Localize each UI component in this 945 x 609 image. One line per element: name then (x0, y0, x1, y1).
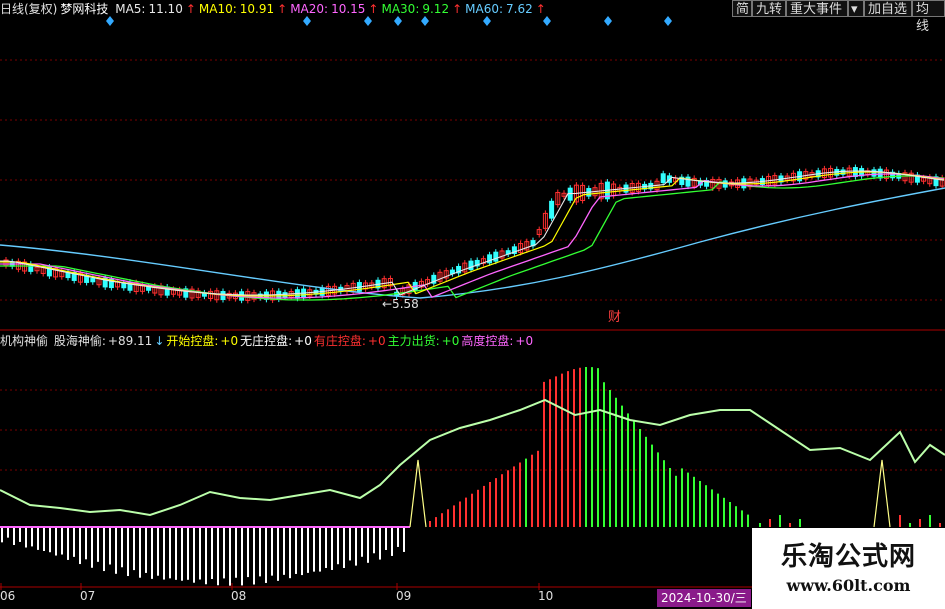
indicator-legend: 机构神偷 股海神偷: +89.11 ↓ 开始控盘: +0 无庄控盘: +0 有庄控盘: +0 主力… (0, 332, 537, 350)
major-events-button[interactable]: 重大事件 (786, 0, 848, 17)
watermark-title: 乐淘公式网 (780, 542, 916, 572)
x-axis-label: 10 (538, 589, 554, 603)
candle-body (468, 260, 474, 271)
ma-legend: 日线(复权) 梦网科技 MA5: 11.10 ↑ MA10: 10.91 ↑ MA20: 10.… (0, 0, 552, 18)
ma-item: MA30: (381, 2, 420, 16)
indicator-item-value: +0 (220, 334, 239, 348)
candle-body (146, 286, 152, 291)
indicator-item-label: 无庄控盘: (240, 334, 293, 348)
ma-value: 11.10 (148, 2, 183, 16)
indicator-item-value: +0 (367, 334, 386, 348)
events-dropdown-button[interactable]: ▾ (848, 0, 864, 17)
x-axis-label: 07 (80, 589, 96, 603)
ma-value: 9.12 (422, 2, 450, 16)
candle-body (660, 173, 666, 184)
ma-item: MA20: (290, 2, 329, 16)
indicator-item-value: +0 (515, 334, 534, 348)
ma5-line (0, 170, 945, 296)
indicator-item-label: 有庄控盘: (313, 334, 366, 348)
cursor-date-tag: 2024-10-30/三 (657, 589, 751, 607)
ma20-line (0, 173, 945, 299)
stock-name: 梦网科技 (60, 2, 109, 16)
indicator-item-value: +89.11 (107, 334, 153, 348)
ma-lines-button[interactable]: 均线 (912, 0, 945, 34)
indicator-name: 机构神偷 (0, 334, 49, 348)
candle-body (549, 200, 555, 219)
watermark-url: www.60lt.com (786, 576, 911, 595)
candle-body (871, 169, 877, 177)
up-arrow-icon: ↑ (535, 2, 546, 16)
indicator-item-value: +0 (294, 334, 312, 348)
nine-turn-button[interactable]: 九转 (752, 0, 786, 17)
ma-item: MA10: (198, 2, 237, 16)
down-arrow-icon: ↓ (154, 334, 165, 348)
indicator-item-value: +0 (441, 334, 460, 348)
up-arrow-icon: ↑ (185, 2, 196, 16)
up-arrow-icon: ↑ (277, 2, 288, 16)
candle-body (567, 187, 573, 201)
simple-button[interactable]: 简 (732, 0, 752, 17)
candle-body (90, 278, 96, 283)
spike-marker (409, 459, 427, 528)
x-axis-label: 06 (0, 589, 16, 603)
candle-body (65, 272, 71, 279)
x-axis-label: 08 (231, 589, 247, 603)
candle-body (493, 251, 499, 262)
finance-marker[interactable]: 财 (608, 306, 621, 325)
low-price-label: ←5.58 (382, 297, 419, 311)
up-arrow-icon: ↑ (452, 2, 463, 16)
up-arrow-icon: ↑ (368, 2, 379, 16)
ma-value: 10.91 (239, 2, 275, 16)
ma-value: 7.62 (506, 2, 533, 16)
add-watchlist-button[interactable]: 加自选 (864, 0, 912, 17)
indicator-item-label: 主力出货: (387, 334, 440, 348)
ma10-line (0, 171, 945, 297)
indicator-item-label: 股海神偷: (53, 334, 106, 348)
period-label: 日线(复权) (0, 2, 58, 16)
ma-item: MA5: (115, 2, 146, 16)
signal-diamond-icon (604, 16, 612, 26)
signal-diamond-icon (664, 16, 672, 26)
ma-value: 10.15 (331, 2, 366, 16)
chart-canvas[interactable] (0, 0, 945, 609)
indicator-item-label: 开始控盘: (166, 334, 219, 348)
x-axis-label: 09 (396, 589, 412, 603)
ma-item: MA60: (465, 2, 504, 16)
watermark: 乐淘公式网 www.60lt.com (752, 528, 945, 609)
indicator-item-label: 高度控盘: (461, 334, 514, 348)
